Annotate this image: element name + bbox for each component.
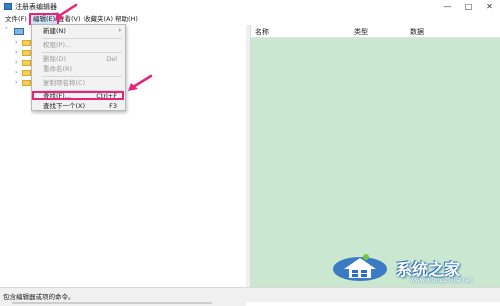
column-name-header[interactable]: 名称 xyxy=(255,27,269,37)
folder-icon xyxy=(22,80,31,86)
menu-help[interactable]: 帮助(H) xyxy=(113,14,140,24)
menu-item-delete: 删除(D) Del xyxy=(43,55,117,63)
computer-icon xyxy=(14,28,24,35)
menu-item-rename: 重命名(R) xyxy=(43,65,73,73)
close-button[interactable]: ✕ xyxy=(479,0,500,13)
menu-separator xyxy=(42,52,122,53)
menu-separator xyxy=(42,76,122,77)
status-text: 包含编辑器或项的命令。 xyxy=(3,293,75,301)
folder-icon xyxy=(22,60,31,66)
watermark: 系统之家 www.xitongzhijia.net xyxy=(330,244,500,287)
menu-item-copy-key-name: 复制项名称(C) xyxy=(43,79,86,87)
annotation-arrow-icon xyxy=(128,74,153,91)
status-bar: 包含编辑器或项的命令。 xyxy=(0,287,500,302)
annotation-arrow-icon xyxy=(55,3,78,21)
expand-icon[interactable]: › xyxy=(15,39,17,46)
xitongzhijia-logo-icon xyxy=(333,254,387,281)
maximize-button[interactable]: □ xyxy=(458,0,479,13)
expand-icon[interactable]: › xyxy=(15,49,17,56)
collapse-icon[interactable]: ˅ xyxy=(5,27,8,34)
menu-file[interactable]: 文件(F) xyxy=(3,14,29,24)
edit-menu-dropdown: 新建(N) › 权限(P)... 删除(D) Del 重命名(R) 复制项名称(… xyxy=(31,24,126,111)
menu-item-new[interactable]: 新建(N) › xyxy=(32,26,125,36)
registry-editor-icon xyxy=(4,3,12,10)
expand-icon[interactable]: › xyxy=(15,59,17,66)
menu-separator xyxy=(42,38,122,39)
menu-favorites[interactable]: 收藏夹(A) xyxy=(82,14,115,24)
column-data-header[interactable]: 数据 xyxy=(410,27,424,37)
watermark-url: www.xitongzhijia.net xyxy=(410,277,473,284)
minimize-button[interactable]: — xyxy=(437,0,458,13)
column-type-header[interactable]: 类型 xyxy=(354,27,368,37)
menu-item-permissions: 权限(P)... xyxy=(43,41,72,49)
submenu-arrow-icon: › xyxy=(118,27,121,34)
expand-icon[interactable]: › xyxy=(15,79,17,86)
menu-item-find-next[interactable]: 查找下一个(X) F3 xyxy=(32,101,125,111)
folder-icon xyxy=(22,50,31,56)
list-header: 名称 类型 数据 xyxy=(251,25,500,38)
expand-icon[interactable]: › xyxy=(15,69,17,76)
folder-icon xyxy=(22,40,31,46)
folder-icon xyxy=(22,70,31,76)
find-highlight-box xyxy=(32,91,124,100)
